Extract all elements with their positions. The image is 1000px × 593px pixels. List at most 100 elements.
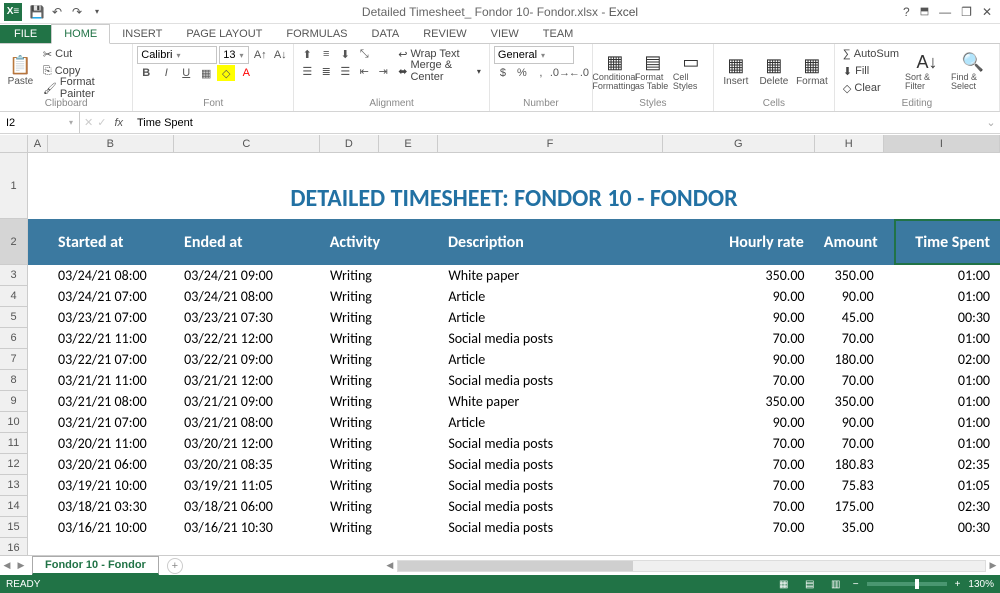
th-started-at[interactable]: Started at [48,233,174,252]
cell-description[interactable]: Social media posts [438,372,662,389]
table-row[interactable]: 03/22/21 07:0003/22/21 09:00WritingArtic… [28,349,1000,370]
clear-button[interactable]: ◇Clear [839,80,903,96]
tab-home[interactable]: HOME [51,24,110,44]
cell-description[interactable]: Social media posts [438,330,662,347]
orientation-button[interactable]: ⤡ [355,46,373,62]
table-row[interactable]: 03/21/21 08:0003/21/21 09:00WritingWhite… [28,391,1000,412]
cell-started-at[interactable]: 03/21/21 08:00 [48,393,174,410]
cell-description[interactable]: Social media posts [438,498,662,515]
fx-button[interactable]: fx [110,117,127,129]
cell-amount[interactable]: 45.00 [815,309,884,326]
cell-description[interactable]: Article [438,288,662,305]
format-painter-button[interactable]: 🖌Format Painter [39,80,128,96]
col-header-e[interactable]: E [379,135,438,152]
cut-button[interactable]: ✂Cut [39,46,128,62]
conditional-formatting-button[interactable]: ▦Conditional Formatting [597,46,633,96]
cell-started-at[interactable]: 03/22/21 11:00 [48,330,174,347]
table-row[interactable]: 03/18/21 03:3003/18/21 06:00WritingSocia… [28,496,1000,517]
cell-started-at[interactable]: 03/20/21 06:00 [48,456,174,473]
row-header-15[interactable]: 15 [0,517,27,538]
cell-amount[interactable]: 180.00 [815,351,884,368]
cell-time-spent[interactable]: 01:00 [884,267,1000,284]
table-row[interactable]: 03/24/21 07:0003/24/21 08:00WritingArtic… [28,286,1000,307]
th-time-spent[interactable]: Time Spent [884,233,1000,252]
sort-filter-button[interactable]: A↓Sort & Filter [905,46,949,96]
cell-amount[interactable]: 75.83 [815,477,884,494]
col-header-c[interactable]: C [174,135,320,152]
cell-hourly-rate[interactable]: 350.00 [663,267,815,284]
cell-ended-at[interactable]: 03/22/21 09:00 [174,351,320,368]
cancel-formula-button[interactable]: ✕ [84,116,93,129]
row-header-9[interactable]: 9 [0,391,27,412]
cell-started-at[interactable]: 03/23/21 07:00 [48,309,174,326]
increase-decimal-button[interactable]: .0→ [551,65,569,81]
border-button[interactable]: ▦ [197,65,215,81]
cell-started-at[interactable]: 03/24/21 07:00 [48,288,174,305]
zoom-slider-thumb[interactable] [915,579,919,589]
row-header-11[interactable]: 11 [0,433,27,454]
decrease-indent-button[interactable]: ⇤ [355,63,373,79]
font-color-button[interactable]: A [237,65,255,81]
increase-indent-button[interactable]: ⇥ [374,63,392,79]
cell-hourly-rate[interactable]: 70.00 [663,477,815,494]
cell-activity[interactable]: Writing [320,288,438,305]
col-header-a[interactable]: A [28,135,48,152]
spreadsheet-grid[interactable]: ABCDEFGHI 12345678910111213141516 DETAIL… [0,135,1000,555]
qat-customize[interactable]: ▾ [88,3,106,21]
number-format-combo[interactable]: General▾ [494,46,574,64]
col-header-b[interactable]: B [48,135,174,152]
tab-view[interactable]: VIEW [479,25,531,43]
row-header-5[interactable]: 5 [0,307,27,328]
tab-formulas[interactable]: FORMULAS [274,25,359,43]
zoom-out-button[interactable]: − [853,579,859,590]
cell-hourly-rate[interactable]: 70.00 [663,372,815,389]
cell-ended-at[interactable]: 03/22/21 12:00 [174,330,320,347]
sheet-tab[interactable]: Fondor 10 - Fondor [32,556,159,575]
cell-time-spent[interactable]: 01:00 [884,288,1000,305]
cell-time-spent[interactable]: 01:00 [884,393,1000,410]
cell-ended-at[interactable]: 03/16/21 10:30 [174,519,320,536]
cell-description[interactable]: Article [438,351,662,368]
cell-time-spent[interactable]: 01:00 [884,435,1000,452]
cell-time-spent[interactable]: 00:30 [884,309,1000,326]
minimize-button[interactable]: — [939,5,951,19]
align-center-button[interactable]: ≣ [317,63,335,79]
cell-ended-at[interactable]: 03/21/21 09:00 [174,393,320,410]
cell-ended-at[interactable]: 03/20/21 08:35 [174,456,320,473]
scroll-left-button[interactable]: ◀ [383,558,397,574]
row-header-3[interactable]: 3 [0,265,27,286]
cell-amount[interactable]: 350.00 [815,393,884,410]
cell-description[interactable]: Social media posts [438,456,662,473]
cell-ended-at[interactable]: 03/21/21 12:00 [174,372,320,389]
cell-hourly-rate[interactable]: 90.00 [663,309,815,326]
row-header-13[interactable]: 13 [0,475,27,496]
cell-hourly-rate[interactable]: 90.00 [663,414,815,431]
cell-time-spent[interactable]: 01:00 [884,372,1000,389]
name-box[interactable]: I2▾ [0,112,80,133]
enter-formula-button[interactable]: ✓ [97,116,106,129]
decrease-decimal-button[interactable]: ←.0 [570,65,588,81]
scroll-right-button[interactable]: ▶ [986,558,1000,574]
close-button[interactable]: ✕ [982,5,992,19]
th-ended-at[interactable]: Ended at [174,233,320,252]
row-header-16[interactable]: 16 [0,538,27,555]
cell-time-spent[interactable]: 01:00 [884,330,1000,347]
cell-styles-button[interactable]: ▭Cell Styles [673,46,709,96]
cell-hourly-rate[interactable]: 70.00 [663,456,815,473]
cell-amount[interactable]: 35.00 [815,519,884,536]
align-bottom-button[interactable]: ⬇ [336,46,354,62]
cell-started-at[interactable]: 03/21/21 11:00 [48,372,174,389]
find-select-button[interactable]: 🔍Find & Select [951,46,995,96]
cell-hourly-rate[interactable]: 350.00 [663,393,815,410]
cell-amount[interactable]: 350.00 [815,267,884,284]
format-cells-button[interactable]: ▦Format [794,46,830,96]
tab-file[interactable]: FILE [0,25,51,43]
cell-activity[interactable]: Writing [320,519,438,536]
table-row[interactable]: 03/22/21 11:0003/22/21 12:00WritingSocia… [28,328,1000,349]
normal-view-button[interactable]: ▦ [775,577,793,591]
table-row[interactable]: 03/16/21 10:0003/16/21 10:30WritingSocia… [28,517,1000,538]
underline-button[interactable]: U [177,65,195,81]
cell-amount[interactable]: 90.00 [815,414,884,431]
fill-color-button[interactable]: ◇ [217,65,235,81]
th-hourly-rate[interactable]: Hourly rate [662,233,814,252]
